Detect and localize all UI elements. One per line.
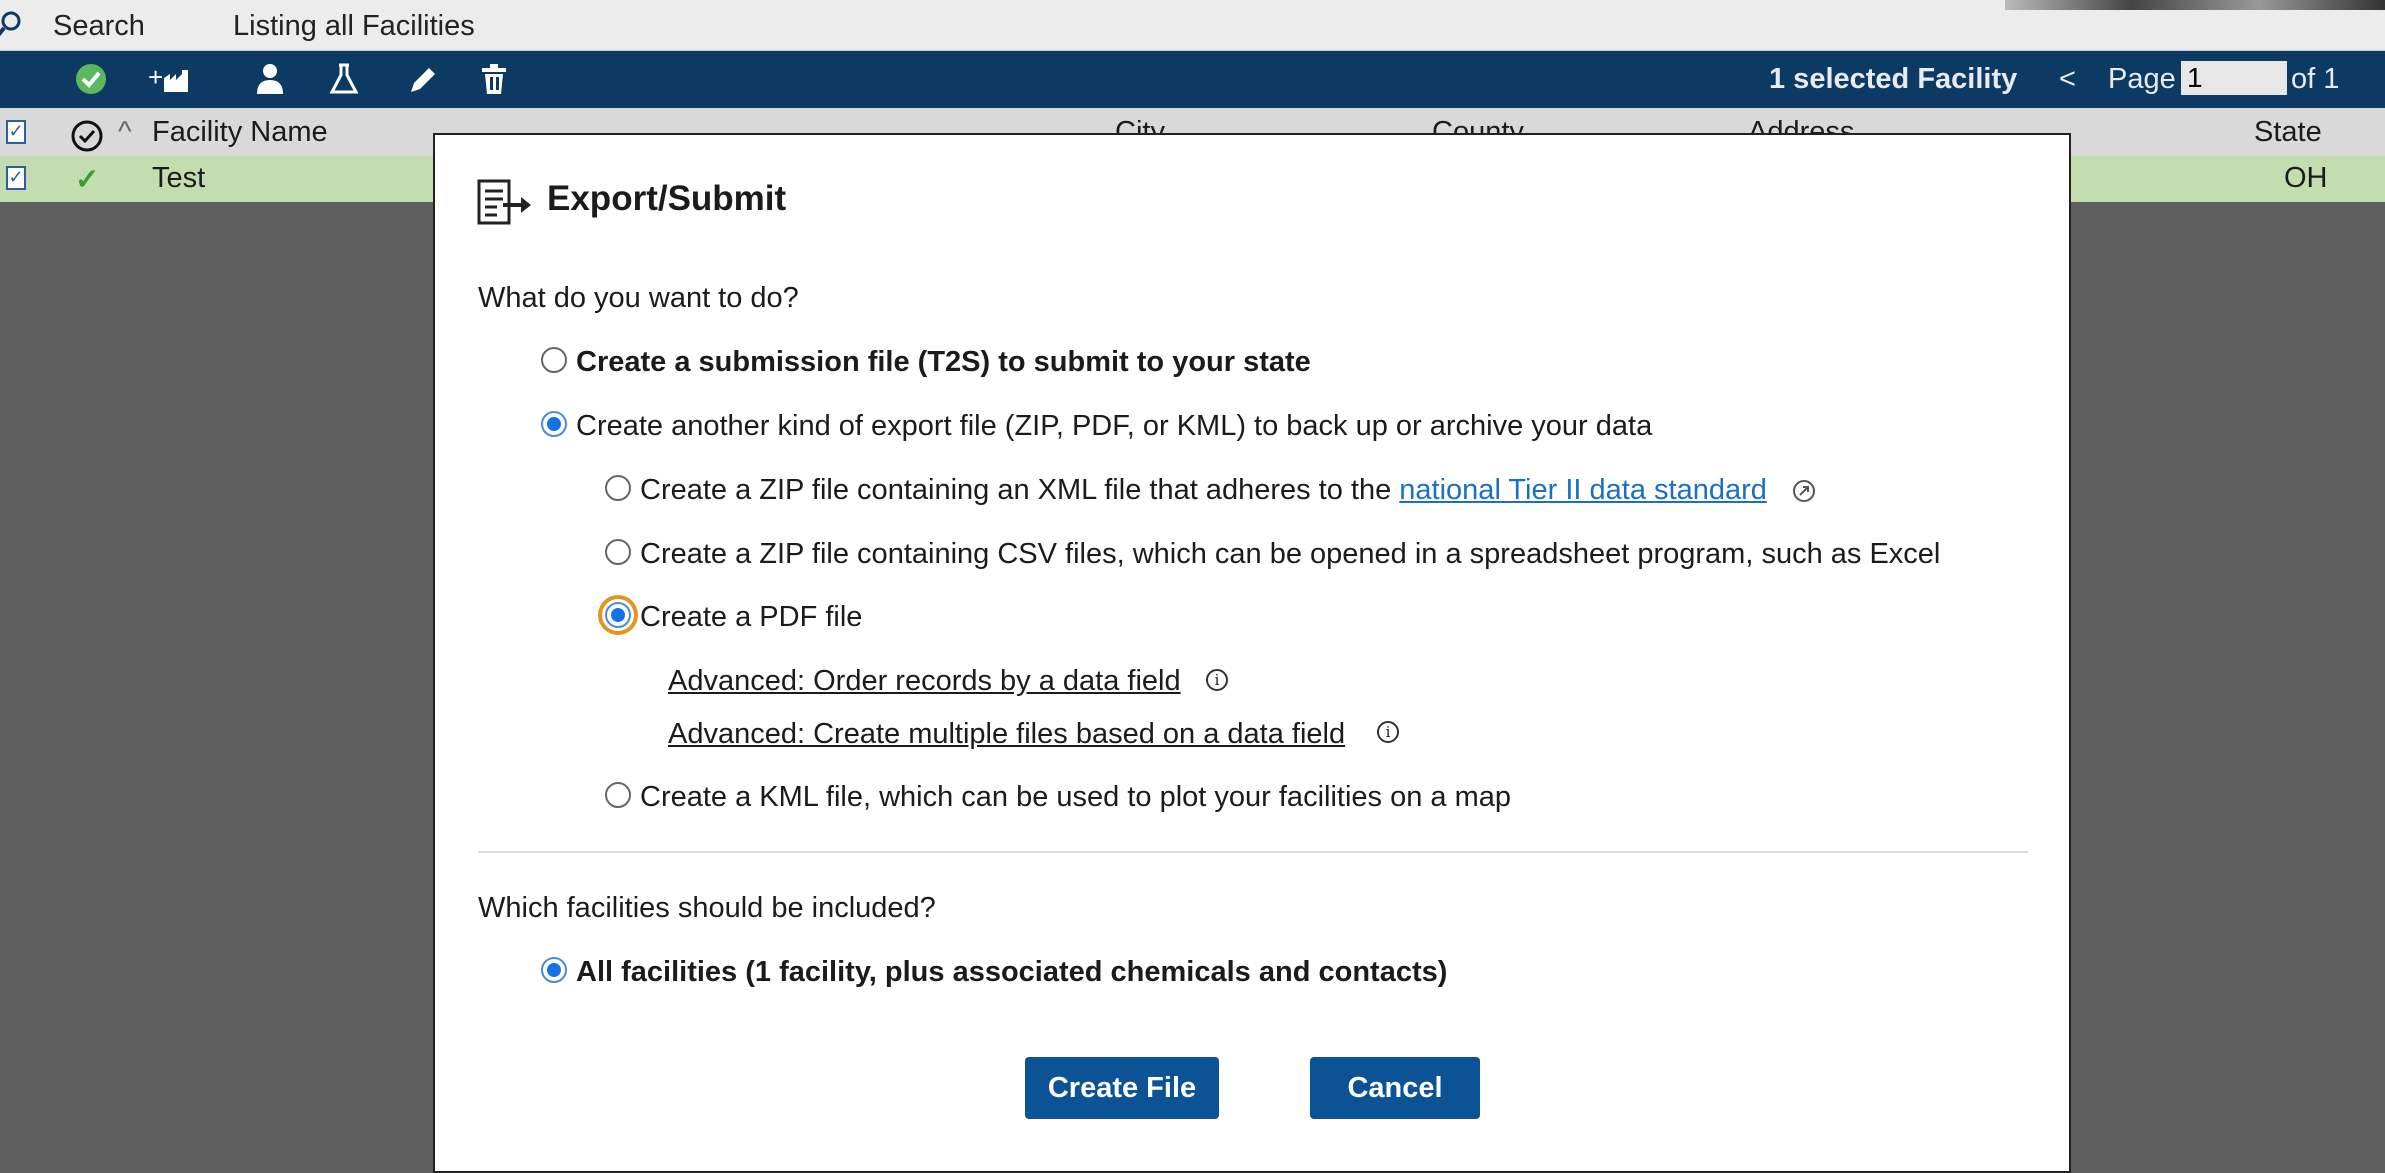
external-link-icon[interactable]: [1792, 479, 1816, 503]
toolbar: + 1 selected Facility < Page of 1: [0, 51, 2385, 108]
option-zip-xml-label[interactable]: Create a ZIP file containing an XML file…: [640, 474, 1767, 507]
chemical-flask-icon[interactable]: [324, 59, 364, 99]
radio-kml[interactable]: [605, 782, 631, 808]
search-link[interactable]: Search: [53, 10, 145, 43]
row-facility-name: Test: [152, 162, 206, 194]
radio-t2s[interactable]: [541, 347, 567, 373]
radio-all-facilities[interactable]: [541, 957, 567, 983]
page-total: of 1: [2291, 63, 2340, 95]
trash-icon[interactable]: [474, 59, 514, 99]
listing-title: Listing all Facilities: [233, 10, 475, 42]
advanced-order-link[interactable]: Advanced: Order records by a data field: [668, 665, 1181, 698]
column-header-state[interactable]: State: [2254, 116, 2322, 149]
edit-pencil-icon[interactable]: [402, 59, 442, 99]
add-facility-icon[interactable]: +: [148, 59, 188, 99]
radio-other-export[interactable]: [541, 411, 567, 437]
check-circle-icon[interactable]: [71, 59, 111, 99]
export-submit-dialog: Export/Submit What do you want to do? Cr…: [433, 133, 2071, 1173]
option-t2s-label[interactable]: Create a submission file (T2S) to submit…: [576, 346, 1311, 379]
header-decoration: [2005, 0, 2385, 10]
row-checkbox[interactable]: ✓: [6, 166, 26, 190]
option-kml-label[interactable]: Create a KML file, which can be used to …: [640, 781, 1511, 814]
tier2-standard-link[interactable]: national Tier II data standard: [1399, 474, 1767, 506]
selection-count: 1 selected Facility: [1769, 63, 2018, 95]
option-pdf-label[interactable]: Create a PDF file: [640, 601, 862, 634]
search-icon[interactable]: [0, 10, 26, 40]
prev-page-button[interactable]: <: [2059, 63, 2076, 96]
page-label: Page: [2108, 63, 2176, 95]
advanced-multiple-files-link[interactable]: Advanced: Create multiple files based on…: [668, 718, 1345, 751]
select-all-checkbox[interactable]: ✓: [6, 120, 26, 144]
section-divider: [478, 851, 2028, 853]
status-column-icon: [71, 120, 103, 152]
row-state: OH: [2284, 162, 2328, 194]
sort-indicator-icon[interactable]: ^: [118, 116, 132, 149]
info-icon[interactable]: i: [1206, 669, 1228, 691]
page-number-input[interactable]: [2181, 61, 2287, 95]
export-icon: [477, 179, 531, 225]
cancel-button[interactable]: Cancel: [1310, 1057, 1480, 1119]
radio-zip-xml[interactable]: [605, 475, 631, 501]
option-all-facilities-label[interactable]: All facilities (1 facility, plus associa…: [576, 956, 1447, 989]
row-status-check-icon: ✓: [75, 164, 100, 196]
radio-pdf[interactable]: [605, 602, 631, 628]
create-file-button[interactable]: Create File: [1025, 1057, 1219, 1119]
radio-zip-csv[interactable]: [605, 539, 631, 565]
info-icon[interactable]: i: [1377, 721, 1399, 743]
option-zip-xml-text: Create a ZIP file containing an XML file…: [640, 474, 1400, 506]
dialog-title: Export/Submit: [547, 179, 787, 218]
question-which-facilities: Which facilities should be included?: [478, 892, 936, 924]
top-bar: Search Listing all Facilities: [0, 0, 2385, 51]
svg-text:+: +: [148, 62, 163, 92]
column-header-facility-name[interactable]: Facility Name: [152, 116, 328, 149]
option-zip-csv-label[interactable]: Create a ZIP file containing CSV files, …: [640, 538, 1940, 571]
question-what-to-do: What do you want to do?: [478, 282, 799, 314]
contact-icon[interactable]: [250, 59, 290, 99]
option-other-export-label[interactable]: Create another kind of export file (ZIP,…: [576, 410, 1652, 443]
